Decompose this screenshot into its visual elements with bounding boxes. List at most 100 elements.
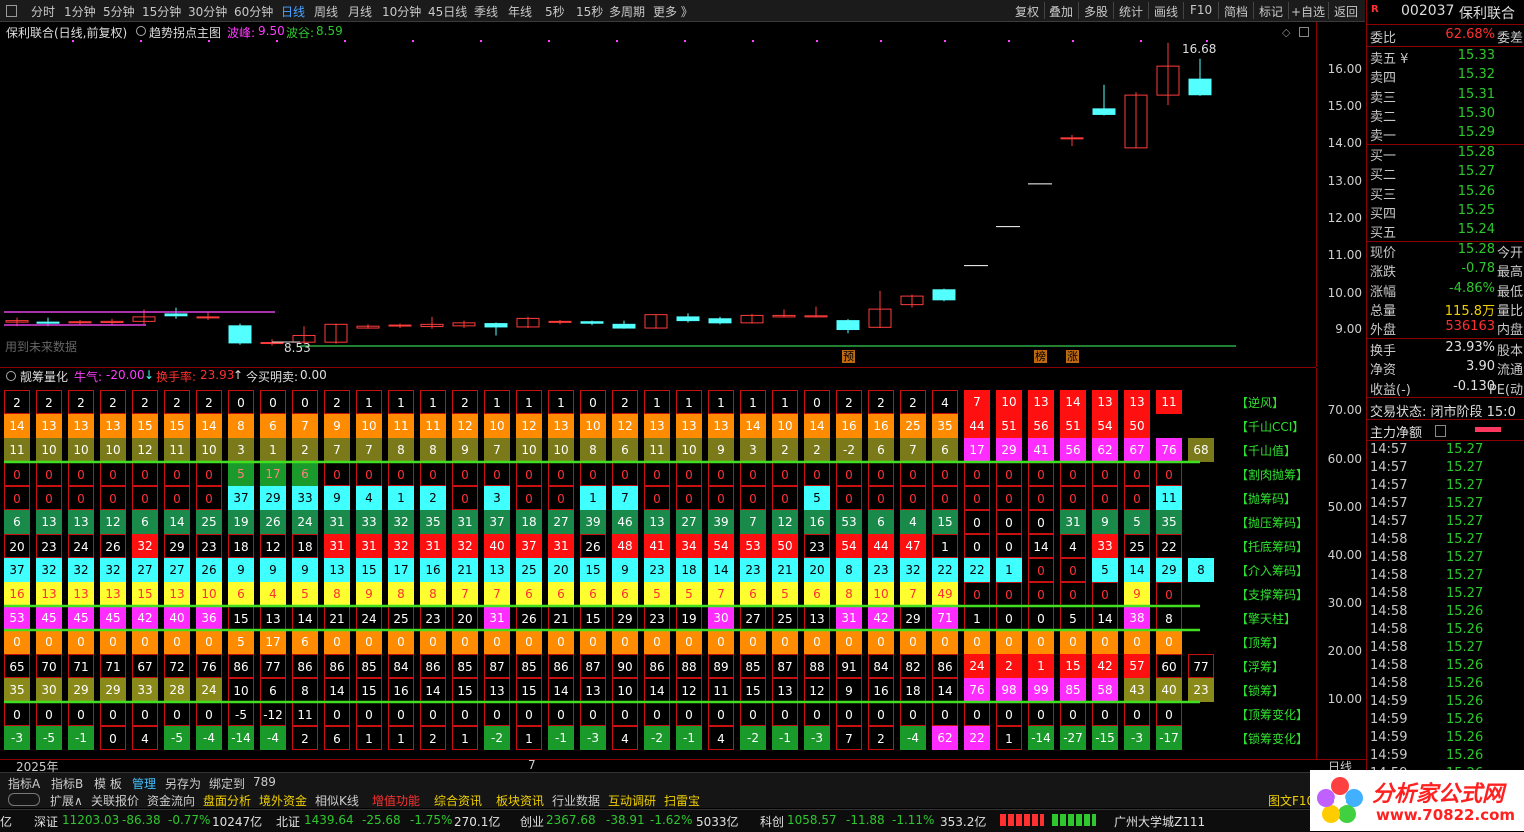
sector-news-button[interactable]: 板块资讯: [496, 792, 544, 809]
chip-cell: 12: [612, 414, 638, 438]
chip-cell: 13: [68, 510, 94, 534]
chip-cell: 0: [964, 510, 990, 534]
price-tick: 10.00: [1327, 286, 1362, 300]
value-added-button[interactable]: 增值功能: [372, 792, 420, 809]
chip-cell: 23: [420, 606, 446, 630]
tab-daily[interactable]: 日线: [281, 3, 305, 20]
tab-15min[interactable]: 15分钟: [142, 3, 181, 20]
tab-15sec[interactable]: 15秒: [576, 3, 603, 20]
chip-cell: 33: [1092, 534, 1118, 558]
chip-cell: 46: [612, 510, 638, 534]
bid-row: 买四 15.25: [1369, 203, 1523, 222]
tab-789[interactable]: 789: [253, 775, 276, 789]
mark-button[interactable]: 标记: [1259, 3, 1283, 20]
related-quote-button[interactable]: 关联报价: [91, 792, 139, 809]
chip-cell: -2: [644, 726, 670, 750]
foreign-fund-button[interactable]: 境外资金: [259, 792, 307, 809]
tab-45day[interactable]: 45日线: [428, 3, 467, 20]
tab-1min[interactable]: 1分钟: [64, 3, 96, 20]
multi-stock-button[interactable]: 多股: [1084, 3, 1108, 20]
draw-button[interactable]: 画线: [1154, 3, 1178, 20]
tick-price: 15.26: [1446, 622, 1484, 637]
chip-cell: 0: [484, 630, 510, 654]
expand-button[interactable]: 扩展∧: [50, 792, 83, 809]
chip-cell: 90: [612, 654, 638, 678]
chip-cell: 7: [964, 390, 990, 414]
chip-cell: 0: [36, 462, 62, 486]
chip-cell: 0: [932, 702, 958, 726]
menu-icon[interactable]: [6, 5, 17, 17]
chip-cell: 0: [164, 486, 190, 510]
tick-price: 15.27: [1446, 442, 1484, 457]
quote-value: 15.27: [1457, 164, 1495, 180]
tab-10min[interactable]: 10分钟: [382, 3, 421, 20]
main-chart-panel[interactable]: 保利联合(日线,前复权) 趋势拐点主图 波峰: 9.50 波谷: 8.59 ◇ …: [0, 22, 1316, 368]
chip-cell: 4: [132, 726, 158, 750]
stat-row: 现价 15.28 今开: [1369, 242, 1523, 261]
candle-body: [1188, 78, 1212, 96]
chip-cell: 40: [1156, 678, 1182, 702]
chip-cell: -1: [548, 726, 574, 750]
tab-5sec[interactable]: 5秒: [545, 3, 565, 20]
chip-grid: 2 2 2 2 2 2 2 0 0 0 2 1 1 1 2 1 1 1 0 2 1 1 1 1 1 0 2 2 2 4 7 10 13 14 13 1…: [0, 368, 1316, 760]
tab-weekly[interactable]: 周线: [314, 3, 338, 20]
tab-quarterly[interactable]: 季线: [474, 3, 498, 20]
tab-fenshi[interactable]: 分时: [31, 3, 55, 20]
chip-cell: 45: [68, 606, 94, 630]
chip-cell: 84: [868, 654, 894, 678]
chip-cell: 4: [1060, 534, 1086, 558]
bz-label: 北证: [276, 815, 301, 829]
tab-5min[interactable]: 5分钟: [103, 3, 135, 20]
interactive-research-button[interactable]: 互动调研: [608, 792, 656, 809]
chip-cell: 16: [804, 510, 830, 534]
brief-button[interactable]: 简档: [1224, 3, 1248, 20]
back-button[interactable]: 返回: [1334, 3, 1358, 20]
chip-cell: 39: [580, 510, 606, 534]
toggle-switch[interactable]: [8, 793, 40, 806]
chip-cell: 33: [132, 678, 158, 702]
quote-label: 外盘: [1370, 323, 1397, 339]
tab-60min[interactable]: 60分钟: [234, 3, 273, 20]
chip-cell: 14: [196, 414, 222, 438]
similar-kline-button[interactable]: 相似K线: [315, 792, 359, 809]
tab-more[interactable]: 更多 》: [653, 3, 693, 20]
chip-cell: 14: [740, 414, 766, 438]
tab-30min[interactable]: 30分钟: [188, 3, 227, 20]
chip-cell: 25: [196, 510, 222, 534]
chip-cell: 0: [740, 462, 766, 486]
tab-yearly[interactable]: 年线: [508, 3, 532, 20]
overlay-button[interactable]: 叠加: [1049, 3, 1073, 20]
industry-data-button[interactable]: 行业数据: [552, 792, 600, 809]
chip-cell: 44: [868, 534, 894, 558]
fund-flow-button[interactable]: 资金流向: [147, 792, 195, 809]
chip-cell: 18: [292, 534, 318, 558]
add-watchlist-button[interactable]: +自选: [1291, 3, 1325, 20]
chip-cell: 0: [836, 630, 862, 654]
chip-cell: 30: [36, 678, 62, 702]
chip-cell: 0: [516, 486, 542, 510]
tab-multi-period[interactable]: 多周期: [609, 3, 645, 20]
chip-cell: 0: [196, 486, 222, 510]
row-label: 【顶筹】: [1236, 636, 1285, 650]
quote-unit: 最低: [1496, 284, 1523, 300]
chip-cell: 13: [36, 414, 62, 438]
chip-cell: 11: [420, 414, 446, 438]
chip-cell: 57: [1124, 654, 1150, 678]
chip-cell: 8: [420, 582, 446, 606]
stats-button[interactable]: 统计: [1119, 3, 1143, 20]
list-icon[interactable]: [1435, 425, 1446, 437]
f10-graphic-button[interactable]: 图文F10: [1268, 792, 1314, 809]
news-ticker[interactable]: 广州大学城Z111: [1114, 813, 1205, 830]
market-analysis-button[interactable]: 盘面分析: [203, 792, 251, 809]
tab-monthly[interactable]: 月线: [348, 3, 372, 20]
tick-price: 15.26: [1446, 748, 1484, 763]
chip-cell: 8: [1188, 558, 1214, 582]
chip-cell: 21: [772, 558, 798, 582]
minesweeper-button[interactable]: 扫雷宝: [664, 792, 700, 809]
indicator-panel[interactable]: 靓筹量化 牛气: -20.00 ↓ 换手率: 23.93 ↑ 今买明卖: 0.0…: [0, 368, 1316, 760]
news-button[interactable]: 综合资讯: [434, 792, 482, 809]
adjust-button[interactable]: 复权: [1015, 3, 1039, 20]
peak-dot: [72, 40, 74, 42]
f10-button[interactable]: F10: [1190, 3, 1212, 17]
tick-row: 14:58 15.27: [1369, 568, 1523, 586]
